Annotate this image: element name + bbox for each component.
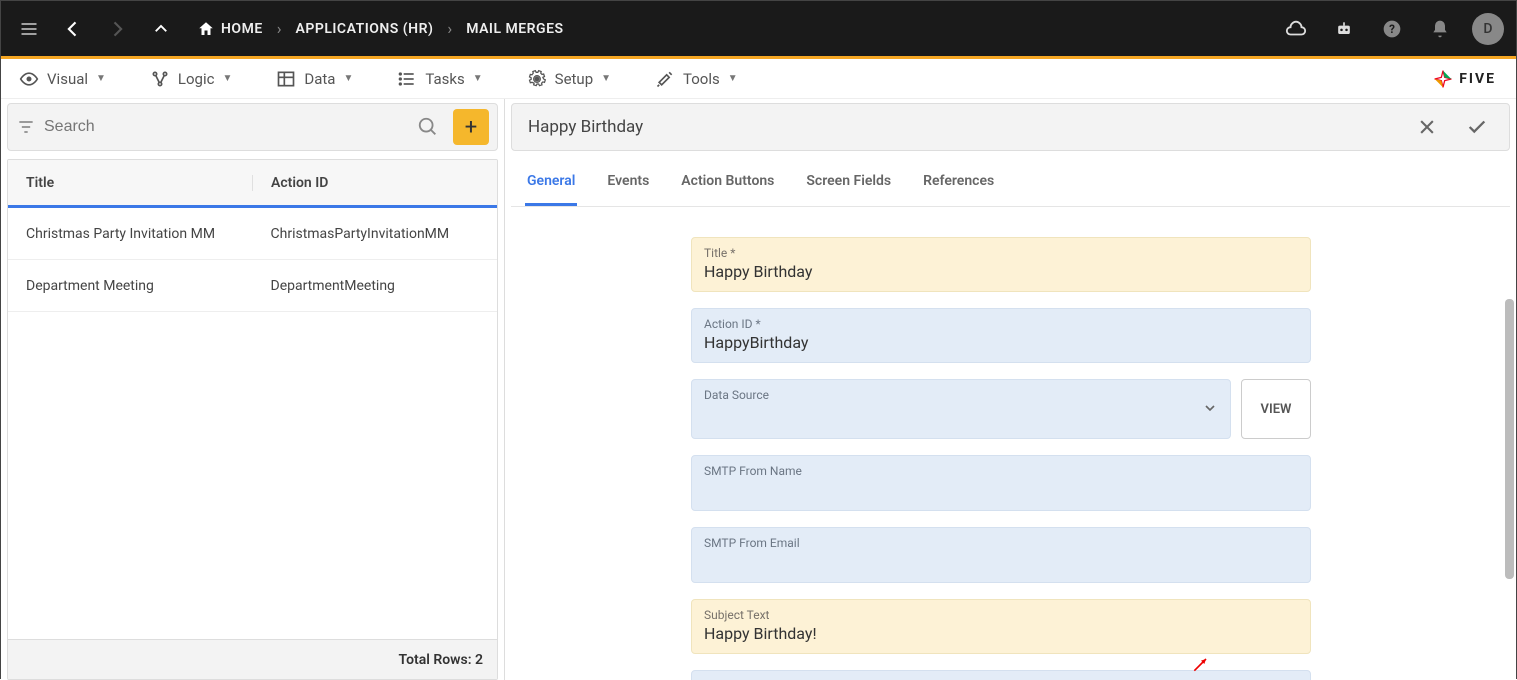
cell-title: Christmas Party Invitation MM (8, 226, 253, 242)
cell-title: Department Meeting (8, 278, 253, 294)
table-row[interactable]: Department Meeting DepartmentMeeting (8, 260, 497, 312)
breadcrumb-home-label: HOME (221, 21, 263, 37)
breadcrumb-applications[interactable]: APPLICATIONS (HR) (296, 21, 434, 37)
menu-setup[interactable]: Setup▼ (519, 65, 619, 93)
tab-screenfields[interactable]: Screen Fields (804, 159, 893, 206)
breadcrumb-mailmerges[interactable]: MAIL MERGES (466, 21, 563, 37)
help-icon[interactable]: ? (1376, 13, 1408, 45)
menu-bar: Visual▼ Logic▼ Data▼ Tasks▼ Setup▼ Tools… (1, 59, 1516, 99)
scrollbar[interactable] (1505, 299, 1514, 579)
up-icon[interactable] (145, 13, 177, 45)
search-input[interactable] (44, 118, 409, 136)
menu-tasks-label: Tasks (425, 70, 464, 88)
top-bar: HOME › APPLICATIONS (HR) › MAIL MERGES ?… (1, 1, 1516, 56)
robot-icon[interactable] (1328, 13, 1360, 45)
view-button[interactable]: VIEW (1241, 379, 1311, 439)
menu-tools[interactable]: Tools▼ (647, 65, 746, 93)
smtpname-label: SMTP From Name (704, 464, 1298, 478)
search-icon[interactable] (417, 116, 439, 138)
smtpname-field[interactable]: SMTP From Name (691, 455, 1311, 511)
chevron-right-icon: › (447, 19, 452, 38)
actionid-label: Action ID * (704, 317, 1298, 331)
menu-logic-label: Logic (178, 70, 215, 88)
menu-tools-label: Tools (683, 70, 720, 88)
view-button-label: VIEW (1261, 402, 1292, 417)
chevron-right-icon: › (277, 19, 282, 38)
detail-title: Happy Birthday (528, 117, 643, 137)
table-header: Title Action ID (8, 160, 497, 208)
list-table: Title Action ID Christmas Party Invitati… (7, 159, 498, 680)
menu-data[interactable]: Data▼ (268, 65, 361, 93)
menu-setup-label: Setup (555, 70, 593, 88)
menu-data-label: Data (304, 70, 335, 88)
title-label: Title * (704, 246, 1298, 260)
filter-icon[interactable] (16, 117, 36, 137)
tab-references[interactable]: References (921, 159, 996, 206)
logo-icon (1433, 69, 1453, 89)
smtpemail-label: SMTP From Email (704, 536, 1298, 550)
menu-logic[interactable]: Logic▼ (142, 65, 240, 93)
tabs: General Events Action Buttons Screen Fie… (511, 159, 1510, 207)
datasource-field[interactable]: Data Source (691, 379, 1231, 439)
save-icon[interactable] (1461, 111, 1493, 143)
detail-header: Happy Birthday (511, 103, 1510, 151)
logo: FIVE (1433, 69, 1506, 89)
avatar-initial: D (1483, 21, 1492, 37)
datasource-label: Data Source (704, 388, 769, 402)
actionid-field[interactable]: Action ID * HappyBirthday (691, 308, 1311, 363)
annotation-arrow-icon (1191, 654, 1211, 674)
smtpemail-field[interactable]: SMTP From Email (691, 527, 1311, 583)
menu-tasks[interactable]: Tasks▼ (389, 65, 490, 93)
column-actionid[interactable]: Action ID (253, 175, 497, 191)
search-row: + (7, 103, 498, 151)
hamburger-icon[interactable] (13, 13, 45, 45)
cloud-icon[interactable] (1280, 13, 1312, 45)
svg-text:?: ? (1389, 22, 1395, 36)
actionid-value: HappyBirthday (704, 333, 1298, 352)
detail-panel: Happy Birthday General Events Action But… (505, 99, 1516, 680)
subject-label: Subject Text (704, 608, 1298, 622)
chevron-down-icon (1202, 400, 1218, 416)
subject-value: Happy Birthday! (704, 624, 1298, 643)
table-footer: Total Rows: 2 (8, 639, 497, 679)
add-button[interactable]: + (453, 109, 489, 145)
logo-text: FIVE (1459, 71, 1496, 87)
total-rows-label: Total Rows: 2 (399, 652, 483, 668)
tab-events[interactable]: Events (605, 159, 651, 206)
menu-visual[interactable]: Visual▼ (11, 65, 114, 93)
tab-actionbuttons[interactable]: Action Buttons (679, 159, 776, 206)
form-area: Title * Happy Birthday Action ID * Happy… (511, 207, 1510, 680)
back-icon[interactable] (57, 13, 89, 45)
breadcrumb: HOME › APPLICATIONS (HR) › MAIL MERGES (197, 13, 564, 45)
close-icon[interactable] (1411, 111, 1443, 143)
avatar[interactable]: D (1472, 13, 1504, 45)
table-row[interactable]: Christmas Party Invitation MM ChristmasP… (8, 208, 497, 260)
cell-actionid: ChristmasPartyInvitationMM (253, 226, 498, 242)
cell-actionid: DepartmentMeeting (253, 278, 498, 294)
list-panel: + Title Action ID Christmas Party Invita… (1, 99, 505, 680)
breadcrumb-home[interactable]: HOME (197, 13, 263, 45)
title-value: Happy Birthday (704, 262, 1298, 281)
tab-general[interactable]: General (525, 159, 577, 206)
menu-visual-label: Visual (47, 70, 88, 88)
bell-icon[interactable] (1424, 13, 1456, 45)
subject-field[interactable]: Subject Text Happy Birthday! (691, 599, 1311, 654)
forward-icon (101, 13, 133, 45)
column-title[interactable]: Title (8, 175, 253, 191)
title-field[interactable]: Title * Happy Birthday (691, 237, 1311, 292)
